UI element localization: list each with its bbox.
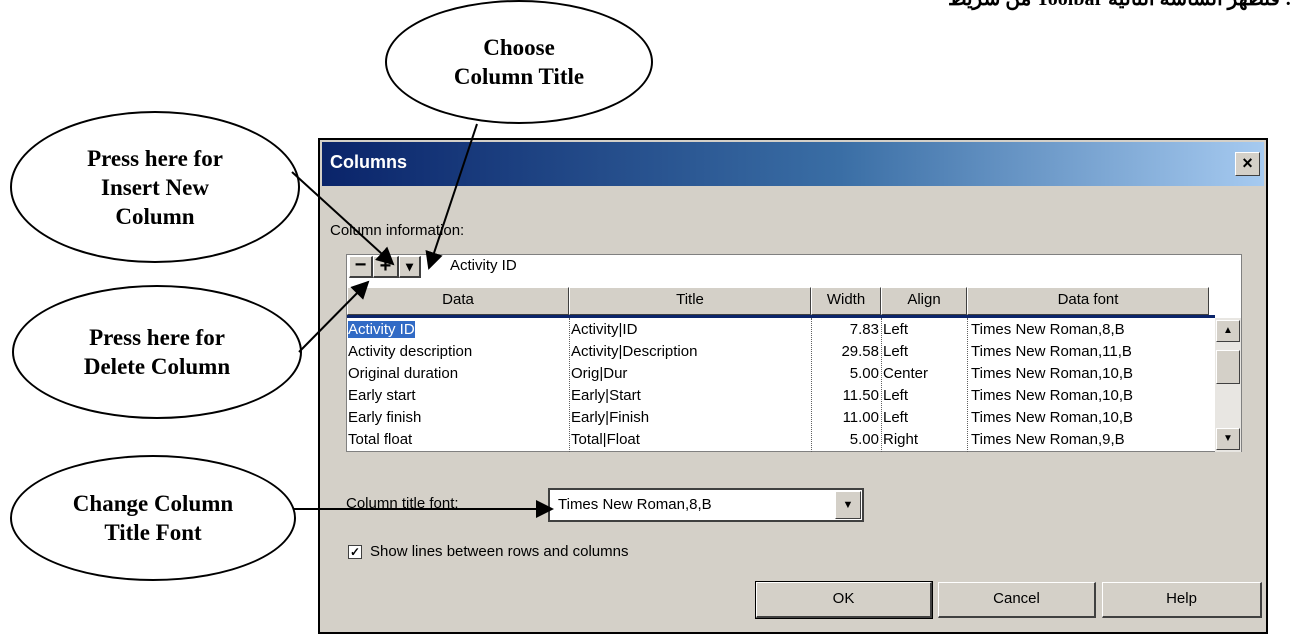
callout-delete-column: Press here for Delete Column	[12, 285, 302, 419]
cell-data: Early start	[348, 387, 416, 404]
cell-title: Activity|ID	[571, 321, 638, 338]
current-column-value[interactable]: Activity ID	[450, 257, 517, 274]
cell-title: Total|Float	[571, 431, 640, 448]
column-title-font-label: Column title font:	[346, 495, 459, 512]
heading-text: من شريط Toolbar فتظهر الشاشة التالية :	[948, 0, 1292, 11]
cell-title: Orig|Dur	[571, 365, 628, 382]
cell-data-font: Times New Roman,11,B	[971, 343, 1132, 360]
cell-data-font: Times New Roman,10,B	[971, 365, 1133, 382]
cancel-button[interactable]: Cancel	[938, 582, 1096, 618]
column-title-font-select[interactable]: Times New Roman,8,B ▼	[548, 488, 864, 522]
scroll-up-button[interactable]: ▲	[1216, 320, 1240, 342]
ok-button[interactable]: OK	[755, 581, 933, 619]
cell-data-font: Times New Roman,10,B	[971, 409, 1133, 426]
callout-change-title-font: Change Column Title Font	[10, 455, 296, 581]
cell-width: 11.50	[842, 387, 879, 404]
table-row[interactable]: Early start Early|Start 11.50 Left Times…	[347, 385, 1215, 408]
cell-align: Right	[883, 431, 919, 448]
insert-column-button[interactable]: +	[373, 256, 399, 278]
cell-width: 29.58	[841, 343, 879, 360]
table-row[interactable]: Activity description Activity|Descriptio…	[347, 341, 1215, 364]
help-button[interactable]: Help	[1102, 582, 1262, 618]
cell-width: 5.00	[849, 431, 879, 448]
delete-column-button[interactable]: −	[349, 255, 373, 278]
cell-title: Activity|Description	[571, 343, 698, 360]
cell-align: Left	[883, 409, 909, 426]
header-data[interactable]: Data	[347, 287, 569, 315]
cell-data: Activity ID	[348, 321, 415, 338]
cell-width: 11.00	[842, 409, 879, 426]
cell-align: Left	[883, 343, 909, 360]
header-align[interactable]: Align	[881, 287, 967, 315]
dialog-title: Columns	[330, 152, 408, 172]
cell-data: Original duration	[348, 365, 459, 382]
cell-data: Activity description	[348, 343, 473, 360]
cell-data-font: Times New Roman,9,B	[971, 431, 1125, 448]
table-row[interactable]: Activity ID Activity|ID 7.83 Left Times …	[347, 319, 1215, 342]
table-row[interactable]: Early finish Early|Finish 11.00 Left Tim…	[347, 407, 1215, 430]
cell-align: Left	[883, 387, 909, 404]
scroll-thumb[interactable]	[1216, 350, 1240, 384]
show-lines-checkbox[interactable]: ✓	[348, 545, 362, 559]
columns-dialog: Columns × Column information: − + ▾ Acti…	[318, 138, 1268, 634]
header-width[interactable]: Width	[811, 287, 881, 315]
chevron-down-icon[interactable]: ▼	[835, 491, 861, 519]
cell-data: Early finish	[348, 409, 422, 426]
cell-title: Early|Finish	[571, 409, 650, 426]
column-information-label: Column information:	[330, 222, 465, 239]
header-data-font[interactable]: Data font	[967, 287, 1209, 315]
header-divider	[347, 315, 1215, 318]
callout-choose-column-title: Choose Column Title	[385, 0, 653, 124]
column-information-grid: − + ▾ Activity ID Data Title Width Align…	[346, 254, 1242, 452]
cell-title: Early|Start	[571, 387, 641, 404]
choose-title-dropdown-button[interactable]: ▾	[399, 256, 421, 278]
header-title[interactable]: Title	[569, 287, 811, 315]
callout-insert-column: Press here for Insert New Column	[10, 111, 300, 263]
table-row[interactable]: Original duration Orig|Dur 5.00 Center T…	[347, 363, 1215, 386]
cell-align: Center	[883, 365, 929, 382]
cell-data-font: Times New Roman,10,B	[971, 387, 1133, 404]
scroll-down-button[interactable]: ▼	[1216, 428, 1240, 450]
show-lines-label: Show lines between rows and columns	[370, 543, 629, 560]
close-button[interactable]: ×	[1235, 152, 1260, 176]
cell-width: 5.00	[849, 365, 879, 382]
column-title-font-value: Times New Roman,8,B	[558, 496, 712, 513]
vertical-scrollbar[interactable]: ▲ ▼	[1215, 318, 1241, 452]
table-row[interactable]: Total float Total|Float 5.00 Right Times…	[347, 429, 1215, 452]
cell-align: Left	[883, 321, 909, 338]
cell-width: 7.83	[849, 321, 879, 338]
cell-data-font: Times New Roman,8,B	[971, 321, 1125, 338]
title-bar[interactable]: Columns ×	[322, 142, 1264, 186]
cell-data: Total float	[348, 431, 413, 448]
